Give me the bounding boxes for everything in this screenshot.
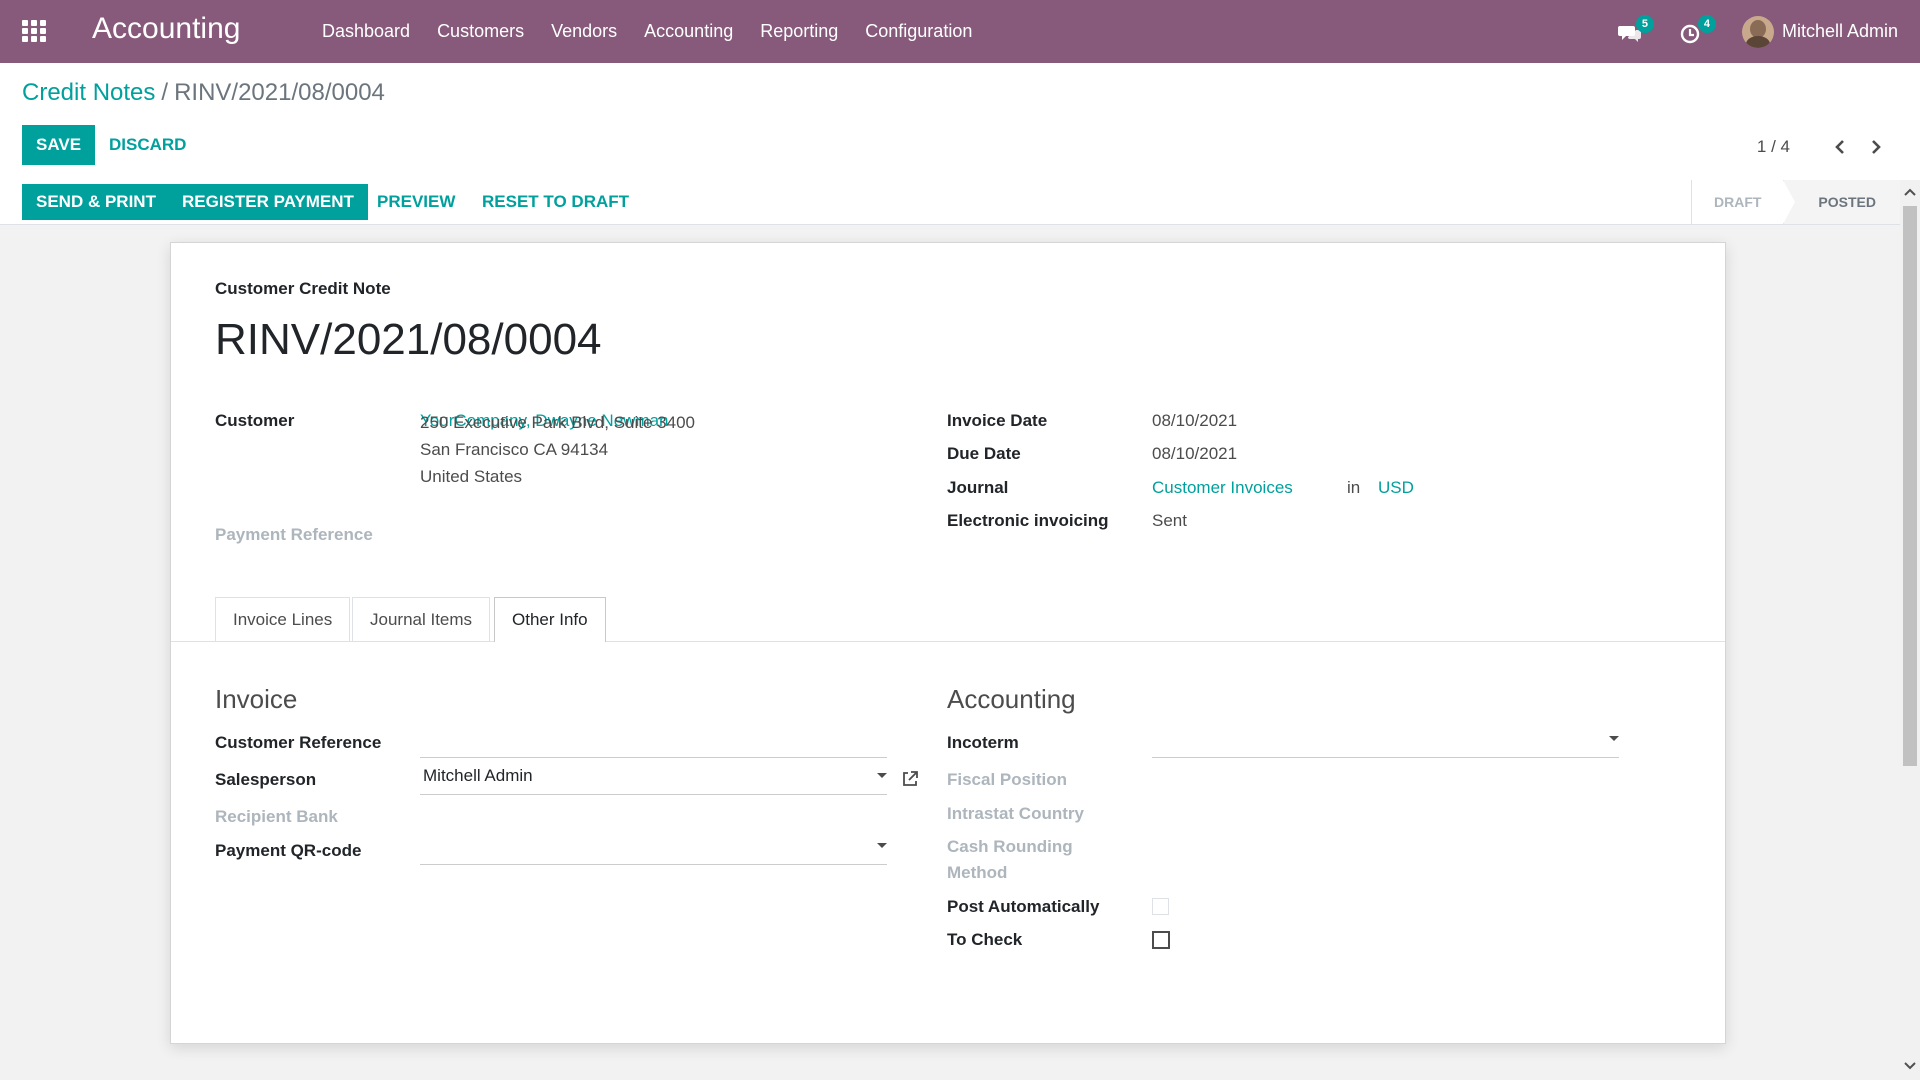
journal-label: Journal [947, 478, 1009, 497]
reset-to-draft-button[interactable]: Reset to Draft [472, 184, 639, 220]
salesperson-label: Salesperson [215, 770, 317, 789]
control-panel: Credit Notes / RINV/2021/08/0004 Save Disc… [0, 63, 1920, 181]
scrollbar-thumb[interactable] [1903, 206, 1917, 766]
scroll-up-arrow-icon[interactable] [1902, 184, 1918, 200]
tab-other-info[interactable]: Other Info [494, 597, 606, 642]
invoice-date-value: 08/10/2021 [1152, 411, 1238, 430]
address-line-3: United States [420, 467, 523, 486]
payment-reference-label: Payment Reference [215, 525, 373, 544]
incoterm-select[interactable] [1152, 721, 1619, 758]
scroll-down-arrow-icon[interactable] [1902, 1058, 1918, 1074]
form-sheet: Customer Credit Note RINV/2021/08/0004 C… [170, 242, 1726, 1044]
to-check-checkbox[interactable] [1152, 931, 1170, 949]
avatar [1741, 15, 1774, 48]
status-steps: Draft Posted [1690, 180, 1900, 224]
menu-item-vendors[interactable]: Vendors [551, 21, 617, 42]
systray: 5 4 Mitchell Admin [1617, 0, 1920, 63]
messaging-menu[interactable]: 5 [1617, 14, 1654, 47]
invoice-section-title: Invoice [215, 684, 298, 714]
menu-item-customers[interactable]: Customers [437, 21, 524, 42]
post-automatically-checkbox [1152, 898, 1169, 915]
chevron-left-icon [1835, 140, 1844, 154]
status-bar: Send & Print Register Payment Preview Re… [0, 180, 1900, 225]
chevron-down-icon [1609, 736, 1619, 741]
notebook-tabs: Invoice Lines Journal Items Other Info [171, 595, 1725, 642]
pager: 1 / 4 [1757, 133, 1890, 161]
save-button[interactable]: Save [22, 125, 96, 165]
pager-next-button[interactable] [1862, 133, 1890, 161]
electronic-invoicing-label: Electronic invoicing [947, 511, 1109, 530]
app-title[interactable]: Accounting [92, 12, 240, 46]
payment-qr-label: Payment QR-code [215, 841, 362, 860]
chevron-down-icon [877, 773, 887, 778]
user-name: Mitchell Admin [1781, 21, 1898, 41]
pager-previous-button[interactable] [1826, 133, 1854, 161]
activity-menu[interactable]: 4 [1680, 14, 1716, 47]
intrastat-country-label: Intrastat Country [947, 804, 1084, 823]
breadcrumb-current: RINV/2021/08/0004 [174, 79, 385, 106]
salesperson-select[interactable]: Mitchell Admin [420, 758, 887, 795]
chevron-down-icon [877, 843, 887, 848]
discard-button[interactable]: Discard [99, 125, 196, 165]
top-navbar: Accounting Dashboard Customers Vendors A… [0, 0, 1920, 63]
breadcrumb: Credit Notes / RINV/2021/08/0004 [22, 79, 385, 107]
chevron-right-icon [1872, 140, 1881, 154]
main-menu: Dashboard Customers Vendors Accounting R… [322, 0, 999, 63]
to-check-label: To Check [947, 930, 1023, 949]
register-payment-button[interactable]: Register Payment [168, 184, 368, 220]
fiscal-position-label: Fiscal Position [947, 770, 1067, 789]
menu-item-configuration[interactable]: Configuration [865, 21, 972, 42]
accounting-section-title: Accounting [947, 684, 1076, 714]
recipient-bank-label: Recipient Bank [215, 807, 338, 826]
activities-count-badge: 4 [1697, 14, 1716, 33]
tab-invoice-lines[interactable]: Invoice Lines [215, 597, 351, 641]
post-automatically-label: Post Automatically [947, 897, 1100, 916]
send-print-button[interactable]: Send & Print [22, 184, 170, 220]
journal-link[interactable]: Customer Invoices [1152, 478, 1293, 498]
invoice-date-label: Invoice Date [947, 411, 1048, 430]
document-type: Customer Credit Note [215, 279, 391, 298]
status-step-draft[interactable]: Draft [1690, 180, 1783, 224]
apps-menu-icon[interactable] [22, 20, 48, 42]
customer-reference-label: Customer Reference [215, 733, 382, 752]
preview-button[interactable]: Preview [367, 184, 465, 220]
messages-count-badge: 5 [1635, 14, 1654, 33]
breadcrumb-separator: / [161, 79, 169, 106]
document-title: RINV/2021/08/0004 [215, 315, 602, 364]
salesperson-value: Mitchell Admin [423, 766, 533, 785]
payment-qr-select[interactable] [420, 828, 887, 865]
menu-item-reporting[interactable]: Reporting [760, 21, 838, 42]
due-date-value: 08/10/2021 [1152, 444, 1238, 463]
page-scrollbar[interactable] [1900, 180, 1920, 1080]
currency-link[interactable]: USD [1378, 478, 1414, 498]
incoterm-label: Incoterm [947, 733, 1019, 752]
customer-label: Customer [215, 411, 295, 430]
user-menu[interactable]: Mitchell Admin [1741, 15, 1898, 48]
menu-item-dashboard[interactable]: Dashboard [322, 21, 410, 42]
electronic-invoicing-value: Sent [1152, 511, 1187, 530]
due-date-label: Due Date [947, 444, 1021, 463]
journal-in-text: in [1347, 478, 1361, 497]
cash-rounding-label-method: Method [947, 863, 1008, 882]
breadcrumb-credit-notes[interactable]: Credit Notes [22, 79, 155, 106]
customer-address: 250 Executive Park Blvd, Suite 3400 San … [420, 409, 695, 490]
customer-reference-input[interactable] [420, 721, 887, 758]
menu-item-accounting[interactable]: Accounting [644, 21, 733, 42]
external-link-icon[interactable] [901, 770, 919, 788]
status-step-posted[interactable]: Posted [1783, 180, 1900, 224]
tab-journal-items[interactable]: Journal Items [352, 597, 491, 641]
address-line-2: San Francisco CA 94134 [420, 440, 609, 459]
pager-value[interactable]: 1 / 4 [1757, 137, 1790, 157]
cash-rounding-label: Cash Rounding [947, 837, 1073, 856]
address-line-1: 250 Executive Park Blvd, Suite 3400 [420, 413, 695, 432]
